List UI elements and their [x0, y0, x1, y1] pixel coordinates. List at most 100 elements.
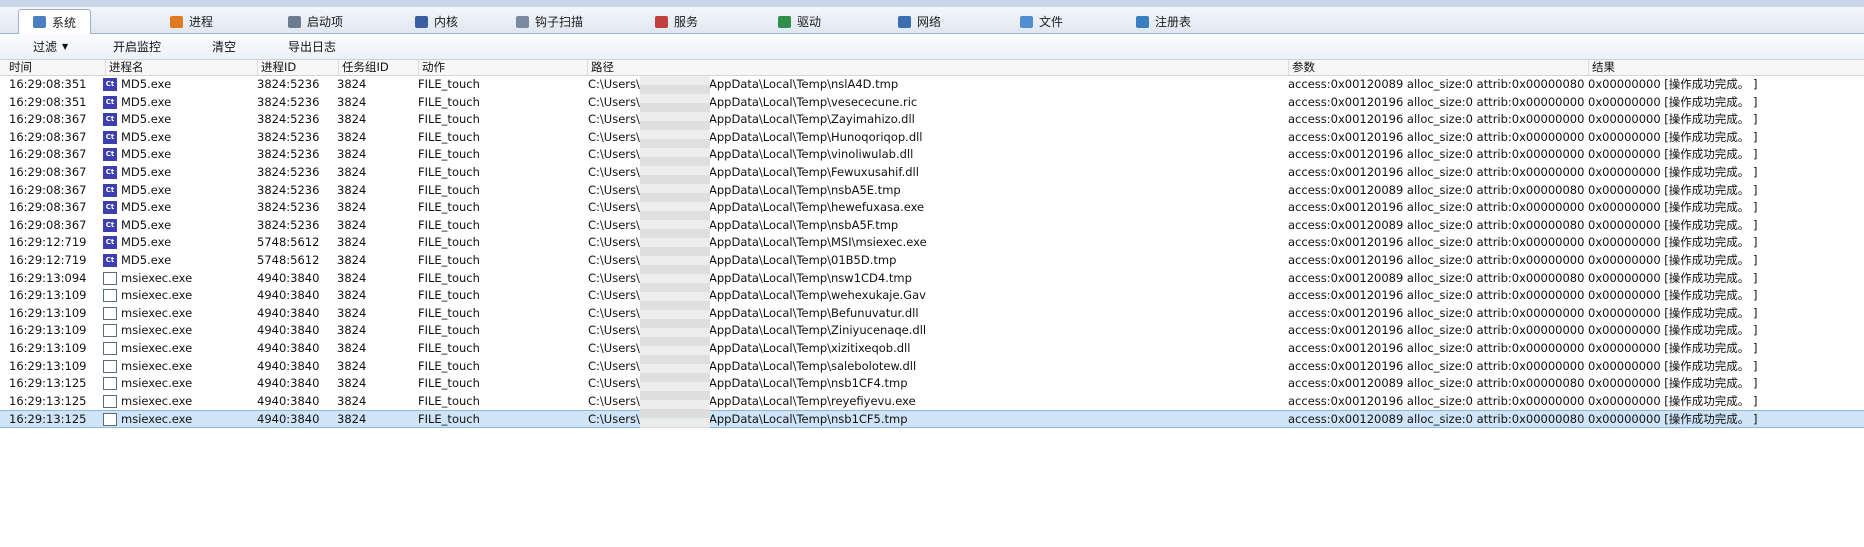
table-row[interactable]: 16:29:08:367 3824:5236 3824 FILE_touch C:\Us… [0, 199, 1864, 217]
cell-pid: 4940:3840 [257, 323, 320, 338]
msiexec-app-icon [103, 306, 117, 320]
cell-time: 16:29:08:367 [9, 165, 87, 179]
cell-result: 0x00000000 [操作成功完成。 ] [1588, 200, 1758, 215]
cell-path-prefix: C:\Users\ [588, 200, 640, 215]
table-row[interactable]: 16:29:12:719 5748:5612 3824 FILE_touch C:\Us… [0, 252, 1864, 270]
table-row[interactable]: 16:29:08:367 3824:5236 3824 FILE_touch C:\Us… [0, 164, 1864, 182]
table-row[interactable]: 16:29:13:109 4940:3840 3824 FILE_touch C:\Us… [0, 287, 1864, 305]
export-log-button[interactable]: 导出日志 [288, 34, 336, 59]
cell-process-name: msiexec.exe [103, 287, 253, 305]
table-row[interactable]: 16:29:08:367 3824:5236 3824 FILE_touch C:\Us… [0, 129, 1864, 147]
tab-4[interactable]: 钩子扫描 [516, 10, 583, 33]
cell-path-prefix: C:\Users\ [588, 112, 640, 127]
table-row[interactable]: 16:29:13:094 4940:3840 3824 FILE_touch C:\Us… [0, 270, 1864, 288]
cell-result: 0x00000000 [操作成功完成。 ] [1588, 77, 1758, 91]
cell-action: FILE_touch [418, 235, 480, 250]
cell-result: 0x00000000 [操作成功完成。 ] [1588, 358, 1758, 373]
cell-group-id: 3824 [337, 112, 367, 127]
cell-process-name: msiexec.exe [103, 358, 253, 376]
table-row[interactable]: 16:29:12:719 5748:5612 3824 FILE_touch C:\Us… [0, 234, 1864, 252]
cell-path-prefix: C:\Users\ [588, 147, 640, 162]
cell-path: AppData\Local\Temp\nsb1CF5.tmp [709, 412, 908, 427]
tab-2[interactable]: 启动项 [288, 10, 343, 33]
start-monitor-button[interactable]: 开启监控 [113, 34, 161, 59]
cell-pid: 4940:3840 [257, 270, 320, 285]
filter-dropdown[interactable]: 过滤 ▼ [33, 34, 68, 59]
cell-action: FILE_touch [418, 77, 480, 91]
column-header-path[interactable]: 路径 [588, 60, 1289, 75]
cell-process-name: msiexec.exe [103, 305, 253, 323]
table-row[interactable]: 16:29:08:351 3824:5236 3824 FILE_touch C:\Us… [0, 94, 1864, 112]
cell-pid: 3824:5236 [257, 112, 320, 127]
cell-pid: 3824:5236 [257, 94, 320, 109]
table-row[interactable]: 16:29:13:109 4940:3840 3824 FILE_touch C:\Us… [0, 340, 1864, 358]
cell-pid: 3824:5236 [257, 200, 320, 215]
process-name-text: msiexec.exe [121, 412, 193, 427]
msiexec-app-icon [103, 394, 117, 408]
cell-result: 0x00000000 [操作成功完成。 ] [1588, 129, 1758, 144]
cell-action: FILE_touch [418, 200, 480, 215]
start-monitor-label: 开启监控 [113, 40, 162, 54]
tab-label: 系统 [52, 15, 77, 30]
cell-action: FILE_touch [418, 217, 480, 232]
table-header: 时间 进程名 进程ID 任务组ID 动作 路径 参数 结果 [0, 60, 1864, 76]
hook-icon [516, 15, 529, 28]
cell-pid: 3824:5236 [257, 77, 320, 91]
cell-path-prefix: C:\Users\ [588, 129, 640, 144]
cell-action: FILE_touch [418, 376, 480, 391]
main-tab-bar: 系统 进程 启动项 内核 钩子扫描 服务 驱动 网络 文件 注册表 [0, 7, 1864, 35]
process-name-text: msiexec.exe [121, 270, 193, 285]
cell-result: 0x00000000 [操作成功完成。 ] [1588, 253, 1758, 267]
process-name-text: MD5.exe [121, 129, 172, 144]
tab-6[interactable]: 驱动 [778, 10, 821, 33]
process-name-text: MD5.exe [121, 253, 172, 267]
column-header-group-id[interactable]: 任务组ID [339, 60, 419, 75]
tab-8[interactable]: 文件 [1020, 10, 1063, 33]
table-row[interactable]: 16:29:08:351 3824:5236 3824 FILE_touch C:\Us… [0, 76, 1864, 94]
toolbar: 过滤 ▼ 开启监控 清空 导出日志 [0, 34, 1864, 60]
cell-group-id: 3824 [337, 412, 367, 427]
table-row[interactable]: 16:29:13:125 4940:3840 3824 FILE_touch C:\Us… [0, 393, 1864, 411]
tab-7[interactable]: 网络 [898, 10, 941, 33]
table-row[interactable]: 16:29:08:367 3824:5236 3824 FILE_touch C:\Us… [0, 111, 1864, 129]
filter-label: 过滤 [33, 40, 58, 54]
column-header-process-name[interactable]: 进程名 [106, 60, 258, 75]
tab-5[interactable]: 服务 [655, 10, 698, 33]
table-row[interactable]: 16:29:13:109 4940:3840 3824 FILE_touch C:\Us… [0, 358, 1864, 376]
clear-button[interactable]: 清空 [212, 34, 236, 59]
process-name-text: msiexec.exe [121, 393, 193, 408]
cell-group-id: 3824 [337, 200, 367, 215]
table-row[interactable]: 16:29:08:367 3824:5236 3824 FILE_touch C:\Us… [0, 182, 1864, 200]
tab-9[interactable]: 注册表 [1136, 10, 1191, 33]
column-header-params[interactable]: 参数 [1289, 60, 1589, 75]
process-name-text: MD5.exe [121, 112, 172, 127]
cell-action: FILE_touch [418, 129, 480, 144]
cell-path-prefix: C:\Users\ [588, 305, 640, 320]
cell-params: access:0x00120089 alloc_size:0 attrib:0x… [1288, 270, 1584, 285]
column-header-time[interactable]: 时间 [6, 60, 106, 75]
tab-0[interactable]: 系统 [18, 9, 92, 35]
tab-1[interactable]: 进程 [170, 10, 213, 33]
chevron-down-icon: ▼ [62, 42, 69, 51]
cell-path: AppData\Local\Temp\salebolotew.dll [709, 358, 917, 373]
cell-path-prefix: C:\Users\ [588, 235, 640, 250]
cell-time: 16:29:08:367 [9, 147, 87, 162]
table-row[interactable]: 16:29:08:367 3824:5236 3824 FILE_touch C:\Us… [0, 146, 1864, 164]
tab-label: 驱动 [797, 15, 822, 29]
msiexec-app-icon [103, 377, 117, 391]
cell-path-prefix: C:\Users\ [588, 412, 640, 427]
cell-process-name: msiexec.exe [103, 270, 253, 288]
table-row[interactable]: 16:29:13:125 4940:3840 3824 FILE_touch C:\Us… [0, 410, 1864, 428]
cell-action: FILE_touch [418, 112, 480, 127]
column-header-action[interactable]: 动作 [419, 60, 588, 75]
column-header-pid[interactable]: 进程ID [258, 60, 339, 75]
table-row[interactable]: 16:29:13:109 4940:3840 3824 FILE_touch C:\Us… [0, 322, 1864, 340]
column-header-result[interactable]: 结果 [1589, 60, 1864, 75]
table-row[interactable]: 16:29:13:125 4940:3840 3824 FILE_touch C:\Us… [0, 375, 1864, 393]
cell-action: FILE_touch [418, 305, 480, 320]
table-row[interactable]: 16:29:13:109 4940:3840 3824 FILE_touch C:\Us… [0, 305, 1864, 323]
table-row[interactable]: 16:29:08:367 3824:5236 3824 FILE_touch C:\Us… [0, 217, 1864, 235]
tab-3[interactable]: 内核 [415, 10, 458, 33]
cell-path-prefix: C:\Users\ [588, 94, 640, 109]
cell-path: AppData\Local\Temp\nslA4D.tmp [709, 77, 899, 91]
